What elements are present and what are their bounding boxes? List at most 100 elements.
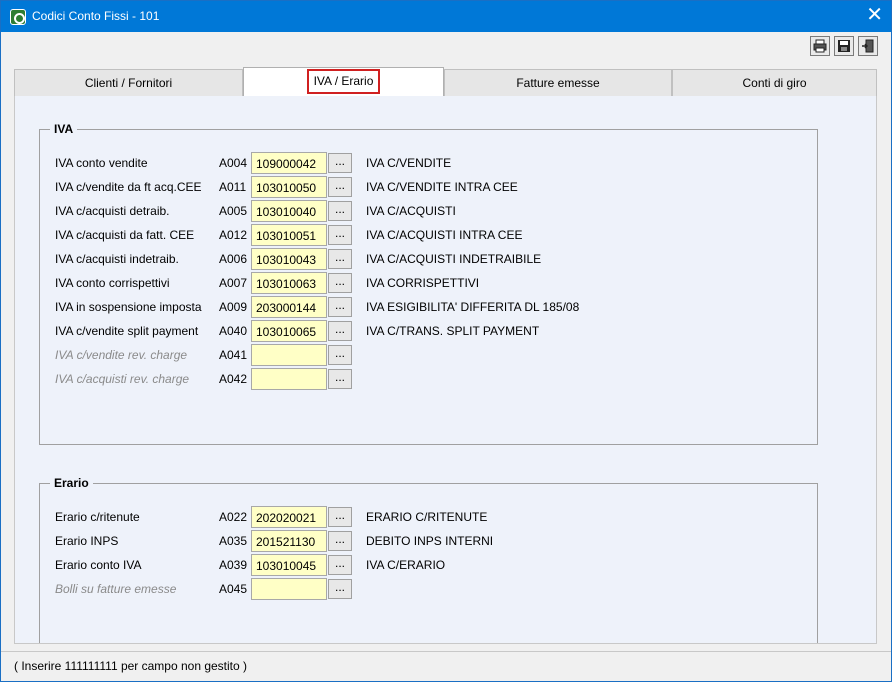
tab-fatture-emesse[interactable]: Fatture emesse	[444, 69, 672, 96]
lookup-button[interactable]: ...	[328, 225, 352, 245]
account-row: IVA in sospensione imposta A009 203000144.…	[40, 296, 817, 318]
account-number-field[interactable]: 103010051	[251, 224, 327, 246]
account-row: Bolli su fatture emesse A045...	[40, 578, 817, 600]
account-number-field[interactable]: 203000144	[251, 296, 327, 318]
iva-group: IVA IVA conto vendite A004 109000042... IVA…	[39, 122, 818, 445]
account-description: DEBITO INPS INTERNI	[366, 534, 494, 548]
exit-button[interactable]	[858, 36, 878, 56]
account-label: IVA conto vendite	[55, 156, 148, 170]
app-icon	[10, 9, 26, 25]
lookup-button[interactable]: ...	[328, 345, 352, 365]
account-label: IVA c/vendite split payment	[55, 324, 199, 338]
tab-strip: Clienti / Fornitori IVA / Erario Fatture…	[14, 67, 877, 96]
account-code: A005	[219, 204, 248, 218]
account-number-field[interactable]: 103010065	[251, 320, 327, 342]
account-row: IVA c/acquisti da fatt. CEE A012 103010051…	[40, 224, 817, 246]
account-number-field[interactable]: 202020021	[251, 506, 327, 528]
account-row: IVA conto vendite A004 109000042... IVA C/V…	[40, 152, 817, 174]
lookup-button[interactable]: ...	[328, 153, 352, 173]
lookup-button[interactable]: ...	[328, 579, 352, 599]
erario-group: Erario Erario c/ritenute A022 202020021...…	[39, 476, 818, 643]
lookup-button[interactable]: ...	[328, 555, 352, 575]
account-code: A009	[219, 300, 248, 314]
account-description: ERARIO C/RITENUTE	[366, 510, 488, 524]
account-description: IVA C/ACQUISTI INTRA CEE	[366, 228, 523, 242]
window-title: Codici Conto Fissi - 101	[32, 9, 160, 23]
account-row: IVA c/acquisti detraib. A005 103010040... I…	[40, 200, 817, 222]
account-label: Bolli su fatture emesse	[55, 582, 177, 596]
account-number-field[interactable]	[251, 578, 327, 600]
iva-group-title: IVA	[50, 122, 78, 136]
account-row: IVA c/vendite rev. charge A041...	[40, 344, 817, 366]
account-row: IVA c/acquisti rev. charge A042...	[40, 368, 817, 390]
account-description: IVA C/ACQUISTI INDETRAIBILE	[366, 252, 542, 266]
account-row: IVA c/vendite da ft acq.CEE A011 103010050…	[40, 176, 817, 198]
lookup-button[interactable]: ...	[328, 201, 352, 221]
account-number-field[interactable]: 103010063	[251, 272, 327, 294]
account-description: IVA CORRISPETTIVI	[366, 276, 480, 290]
tab-iva-erario[interactable]: IVA / Erario	[243, 67, 444, 96]
save-icon	[838, 40, 850, 52]
account-code: A004	[219, 156, 248, 170]
account-code: A012	[219, 228, 248, 242]
tab-panel: IVA IVA conto vendite A004 109000042... IVA…	[14, 96, 877, 644]
account-code: A007	[219, 276, 248, 290]
account-label: IVA c/acquisti detraib.	[55, 204, 170, 218]
account-row: Erario conto IVA A039 103010045... IVA C/ER…	[40, 554, 817, 576]
lookup-button[interactable]: ...	[328, 177, 352, 197]
account-number-field[interactable]: 103010050	[251, 176, 327, 198]
account-label: IVA c/acquisti da fatt. CEE	[55, 228, 195, 242]
lookup-button[interactable]: ...	[328, 297, 352, 317]
account-label: Erario conto IVA	[55, 558, 142, 572]
account-code: A042	[219, 372, 248, 386]
account-label: IVA c/vendite rev. charge	[55, 348, 188, 362]
print-icon	[813, 39, 827, 53]
lookup-button[interactable]: ...	[328, 369, 352, 389]
account-label: IVA conto corrispettivi	[55, 276, 170, 290]
status-text: ( Inserire 111111111 per campo non gesti…	[14, 659, 248, 673]
account-row: IVA c/acquisti indetraib. A006 103010043..…	[40, 248, 817, 270]
account-row: IVA conto corrispettivi A007 103010063... I…	[40, 272, 817, 294]
account-number-field[interactable]: 201521130	[251, 530, 327, 552]
account-label: Erario INPS	[55, 534, 119, 548]
lookup-button[interactable]: ...	[328, 321, 352, 341]
save-button[interactable]	[834, 36, 854, 56]
title-bar: Codici Conto Fissi - 101 ✕	[1, 1, 891, 32]
account-label: IVA in sospensione imposta	[55, 300, 202, 314]
account-description: IVA ESIGIBILITA' DIFFERITA DL 185/08	[366, 300, 580, 314]
lookup-button[interactable]: ...	[328, 507, 352, 527]
lookup-button[interactable]: ...	[328, 273, 352, 293]
account-label: IVA c/acquisti indetraib.	[55, 252, 179, 266]
tab-iva-erario-label: IVA / Erario	[307, 69, 380, 94]
account-code: A035	[219, 534, 248, 548]
print-button[interactable]	[810, 36, 830, 56]
account-code: A040	[219, 324, 248, 338]
account-number-field[interactable]	[251, 344, 327, 366]
account-number-field[interactable]: 103010043	[251, 248, 327, 270]
main-window: Codici Conto Fissi - 101 ✕ Clienti / For…	[0, 0, 892, 682]
status-bar: ( Inserire 111111111 per campo non gesti…	[1, 651, 891, 681]
account-code: A041	[219, 348, 248, 362]
lookup-button[interactable]: ...	[328, 249, 352, 269]
account-number-field[interactable]: 109000042	[251, 152, 327, 174]
close-icon[interactable]: ✕	[866, 5, 883, 25]
account-label: IVA c/acquisti rev. charge	[55, 372, 190, 386]
account-row: Erario c/ritenute A022 202020021... ERARIO …	[40, 506, 817, 528]
account-description: IVA C/VENDITE INTRA CEE	[366, 180, 518, 194]
exit-door-icon	[862, 39, 874, 53]
account-label: IVA c/vendite da ft acq.CEE	[55, 180, 202, 194]
account-number-field[interactable]: 103010045	[251, 554, 327, 576]
account-number-field[interactable]	[251, 368, 327, 390]
tab-clienti-fornitori[interactable]: Clienti / Fornitori	[14, 69, 243, 96]
account-row: IVA c/vendite split payment A040 103010065…	[40, 320, 817, 342]
erario-group-title: Erario	[50, 476, 93, 490]
account-code: A039	[219, 558, 248, 572]
toolbar	[1, 32, 891, 60]
account-code: A045	[219, 582, 248, 596]
account-row: Erario INPS A035 201521130... DEBITO INPS I…	[40, 530, 817, 552]
account-code: A006	[219, 252, 248, 266]
account-code: A022	[219, 510, 248, 524]
tab-conti-di-giro[interactable]: Conti di giro	[672, 69, 877, 96]
lookup-button[interactable]: ...	[328, 531, 352, 551]
account-number-field[interactable]: 103010040	[251, 200, 327, 222]
